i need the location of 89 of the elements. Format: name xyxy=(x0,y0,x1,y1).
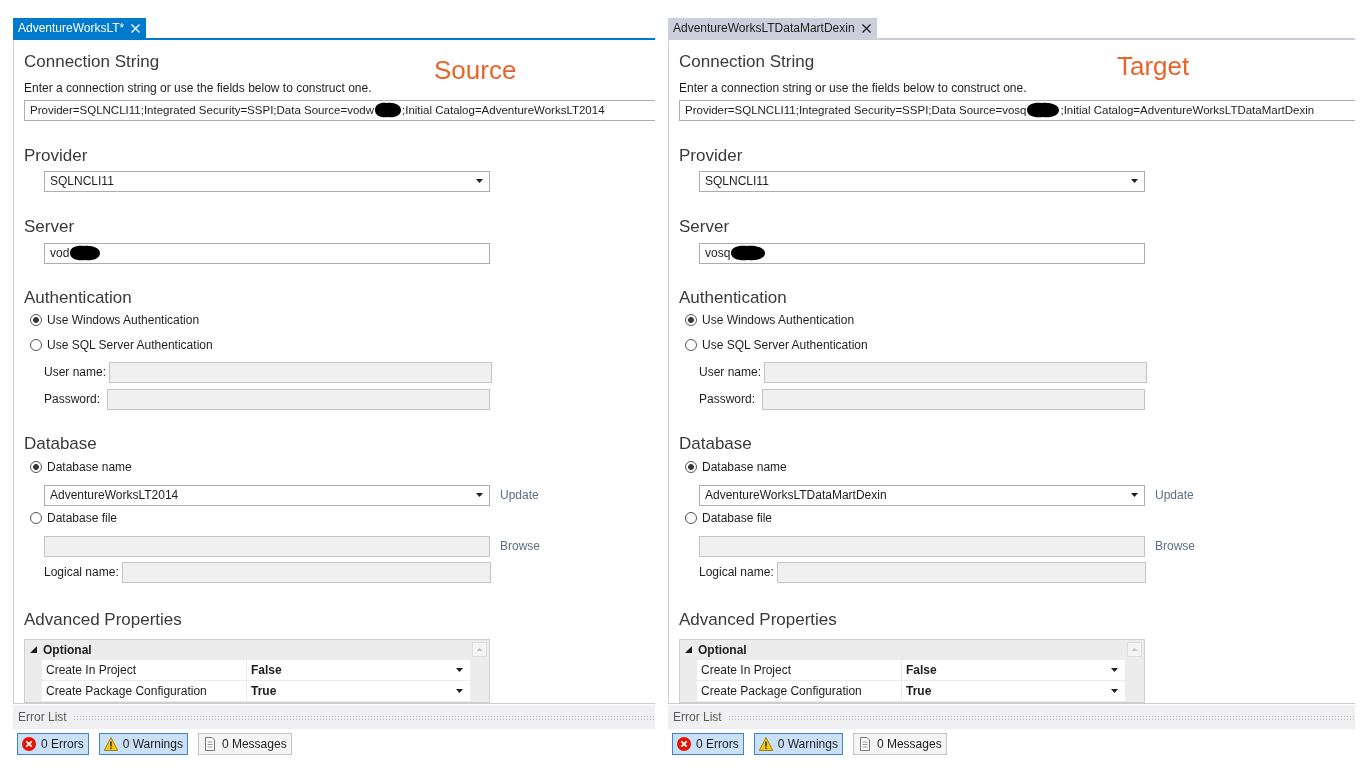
caret-icon xyxy=(456,688,463,693)
document-icon xyxy=(857,737,872,751)
category-label: Optional xyxy=(43,642,92,657)
property-value-dropdown[interactable]: False xyxy=(247,659,470,681)
document-icon xyxy=(202,737,217,751)
pane-title: Error List xyxy=(18,710,67,724)
radio-label[interactable]: Use Windows Authentication xyxy=(47,313,200,328)
redaction-blot-icon xyxy=(731,245,766,262)
caret-icon xyxy=(1131,493,1138,498)
radio-button[interactable] xyxy=(685,314,697,327)
caret-icon xyxy=(1131,179,1138,184)
field-label: User name: xyxy=(699,365,762,380)
radio-label[interactable]: Database name xyxy=(47,460,132,475)
update-link[interactable]: Update xyxy=(500,488,539,503)
database-dropdown[interactable]: AdventureWorksLT2014 xyxy=(44,484,490,506)
redaction-blot-icon xyxy=(70,245,101,262)
annotation-label: Source xyxy=(434,55,517,85)
caret-icon xyxy=(1111,667,1118,672)
caret-icon xyxy=(476,179,483,184)
section-heading: Advanced Properties xyxy=(679,608,837,631)
connection-string-field[interactable]: Provider=SQLNCLI11;Integrated Security=SSPI;Data Source=vodw ;Initial Catalog=AdventureWorksLT2014 xyxy=(24,100,655,121)
radio-button[interactable] xyxy=(685,339,697,352)
error-icon xyxy=(22,737,36,751)
caret-icon xyxy=(476,493,483,498)
property-name: Create In Project xyxy=(42,659,247,681)
section-heading: Connection String xyxy=(679,51,816,73)
section-heading: Server xyxy=(679,215,730,238)
field-label: User name: xyxy=(44,365,107,380)
radio-button[interactable] xyxy=(30,314,42,327)
connection-string-field[interactable]: Provider=SQLNCLI11;Integrated Security=SSPI;Data Source=vosq ;Initial Catalog=AdventureWorksLTDataMartDexin xyxy=(679,100,1355,121)
annotation-label: Target xyxy=(1117,51,1190,81)
radio-button[interactable] xyxy=(685,512,697,525)
radio-button[interactable] xyxy=(30,339,42,352)
filter-button[interactable]: 0 Messages xyxy=(852,733,947,755)
document-tab[interactable]: AdventureWorksLTDataMartDexin xyxy=(668,18,877,38)
error-icon xyxy=(677,737,691,751)
radio-label[interactable]: Database name xyxy=(702,460,787,475)
section-heading: Authentication xyxy=(679,286,787,309)
update-link[interactable]: Update xyxy=(1155,488,1194,503)
radio-button[interactable] xyxy=(30,512,42,525)
filter-button[interactable]: 0 Messages xyxy=(197,733,292,755)
filter-button[interactable]: 0 Warnings xyxy=(98,733,188,755)
redaction-blot-icon xyxy=(1027,102,1060,119)
property-name: Create In Project xyxy=(697,659,902,681)
property-value-dropdown[interactable]: True xyxy=(902,680,1125,702)
radio-label[interactable]: Use Windows Authentication xyxy=(702,313,855,328)
property-value-dropdown[interactable]: False xyxy=(902,659,1125,681)
warning-icon xyxy=(758,737,773,751)
filter-button[interactable]: 0 Errors xyxy=(17,733,89,755)
radio-label[interactable]: Use SQL Server Authentication xyxy=(47,338,213,353)
caret-icon xyxy=(1111,688,1118,693)
property-name: Create Package Configuration xyxy=(42,680,247,702)
expander-icon[interactable] xyxy=(685,646,692,654)
category-label: Optional xyxy=(698,642,747,657)
property-value-dropdown[interactable]: True xyxy=(247,680,470,702)
expander-icon[interactable] xyxy=(30,646,37,654)
section-heading: Provider xyxy=(24,144,88,167)
section-heading: Provider xyxy=(679,144,743,167)
pane-title: Error List xyxy=(673,710,722,724)
document-tab[interactable]: AdventureWorksLT* xyxy=(13,18,147,38)
section-heading: Server xyxy=(24,215,75,238)
field-label: Password: xyxy=(44,392,102,407)
section-heading: Authentication xyxy=(24,286,132,309)
section-heading: Database xyxy=(679,432,752,455)
database-dropdown[interactable]: AdventureWorksLTDataMartDexin xyxy=(699,484,1145,506)
redaction-blot-icon xyxy=(375,102,401,119)
filter-button[interactable]: 0 Errors xyxy=(672,733,744,755)
field-label: Logical name: xyxy=(44,565,119,580)
server-field[interactable]: vod xyxy=(44,242,490,264)
close-icon[interactable] xyxy=(861,23,871,33)
instruction-text: Enter a connection string or use the fields below to construct one. xyxy=(24,80,372,96)
section-heading: Advanced Properties xyxy=(24,608,182,631)
radio-button[interactable] xyxy=(685,461,697,474)
property-name: Create Package Configuration xyxy=(697,680,902,702)
field-label: Logical name: xyxy=(699,565,774,580)
filter-button[interactable]: 0 Warnings xyxy=(753,733,843,755)
provider-dropdown[interactable]: SQLNCLI11 xyxy=(699,170,1145,192)
field-label: Password: xyxy=(699,392,757,407)
server-field[interactable]: vosq xyxy=(699,242,1145,264)
radio-button[interactable] xyxy=(30,461,42,474)
radio-label[interactable]: Database file xyxy=(702,511,773,526)
provider-dropdown[interactable]: SQLNCLI11 xyxy=(44,170,490,192)
caret-icon xyxy=(456,667,463,672)
section-heading: Database xyxy=(24,432,97,455)
warning-icon xyxy=(103,737,118,751)
instruction-text: Enter a connection string or use the fields below to construct one. xyxy=(679,80,1027,96)
radio-label[interactable]: Database file xyxy=(47,511,118,526)
radio-label[interactable]: Use SQL Server Authentication xyxy=(702,338,868,353)
section-heading: Connection String xyxy=(24,51,161,73)
